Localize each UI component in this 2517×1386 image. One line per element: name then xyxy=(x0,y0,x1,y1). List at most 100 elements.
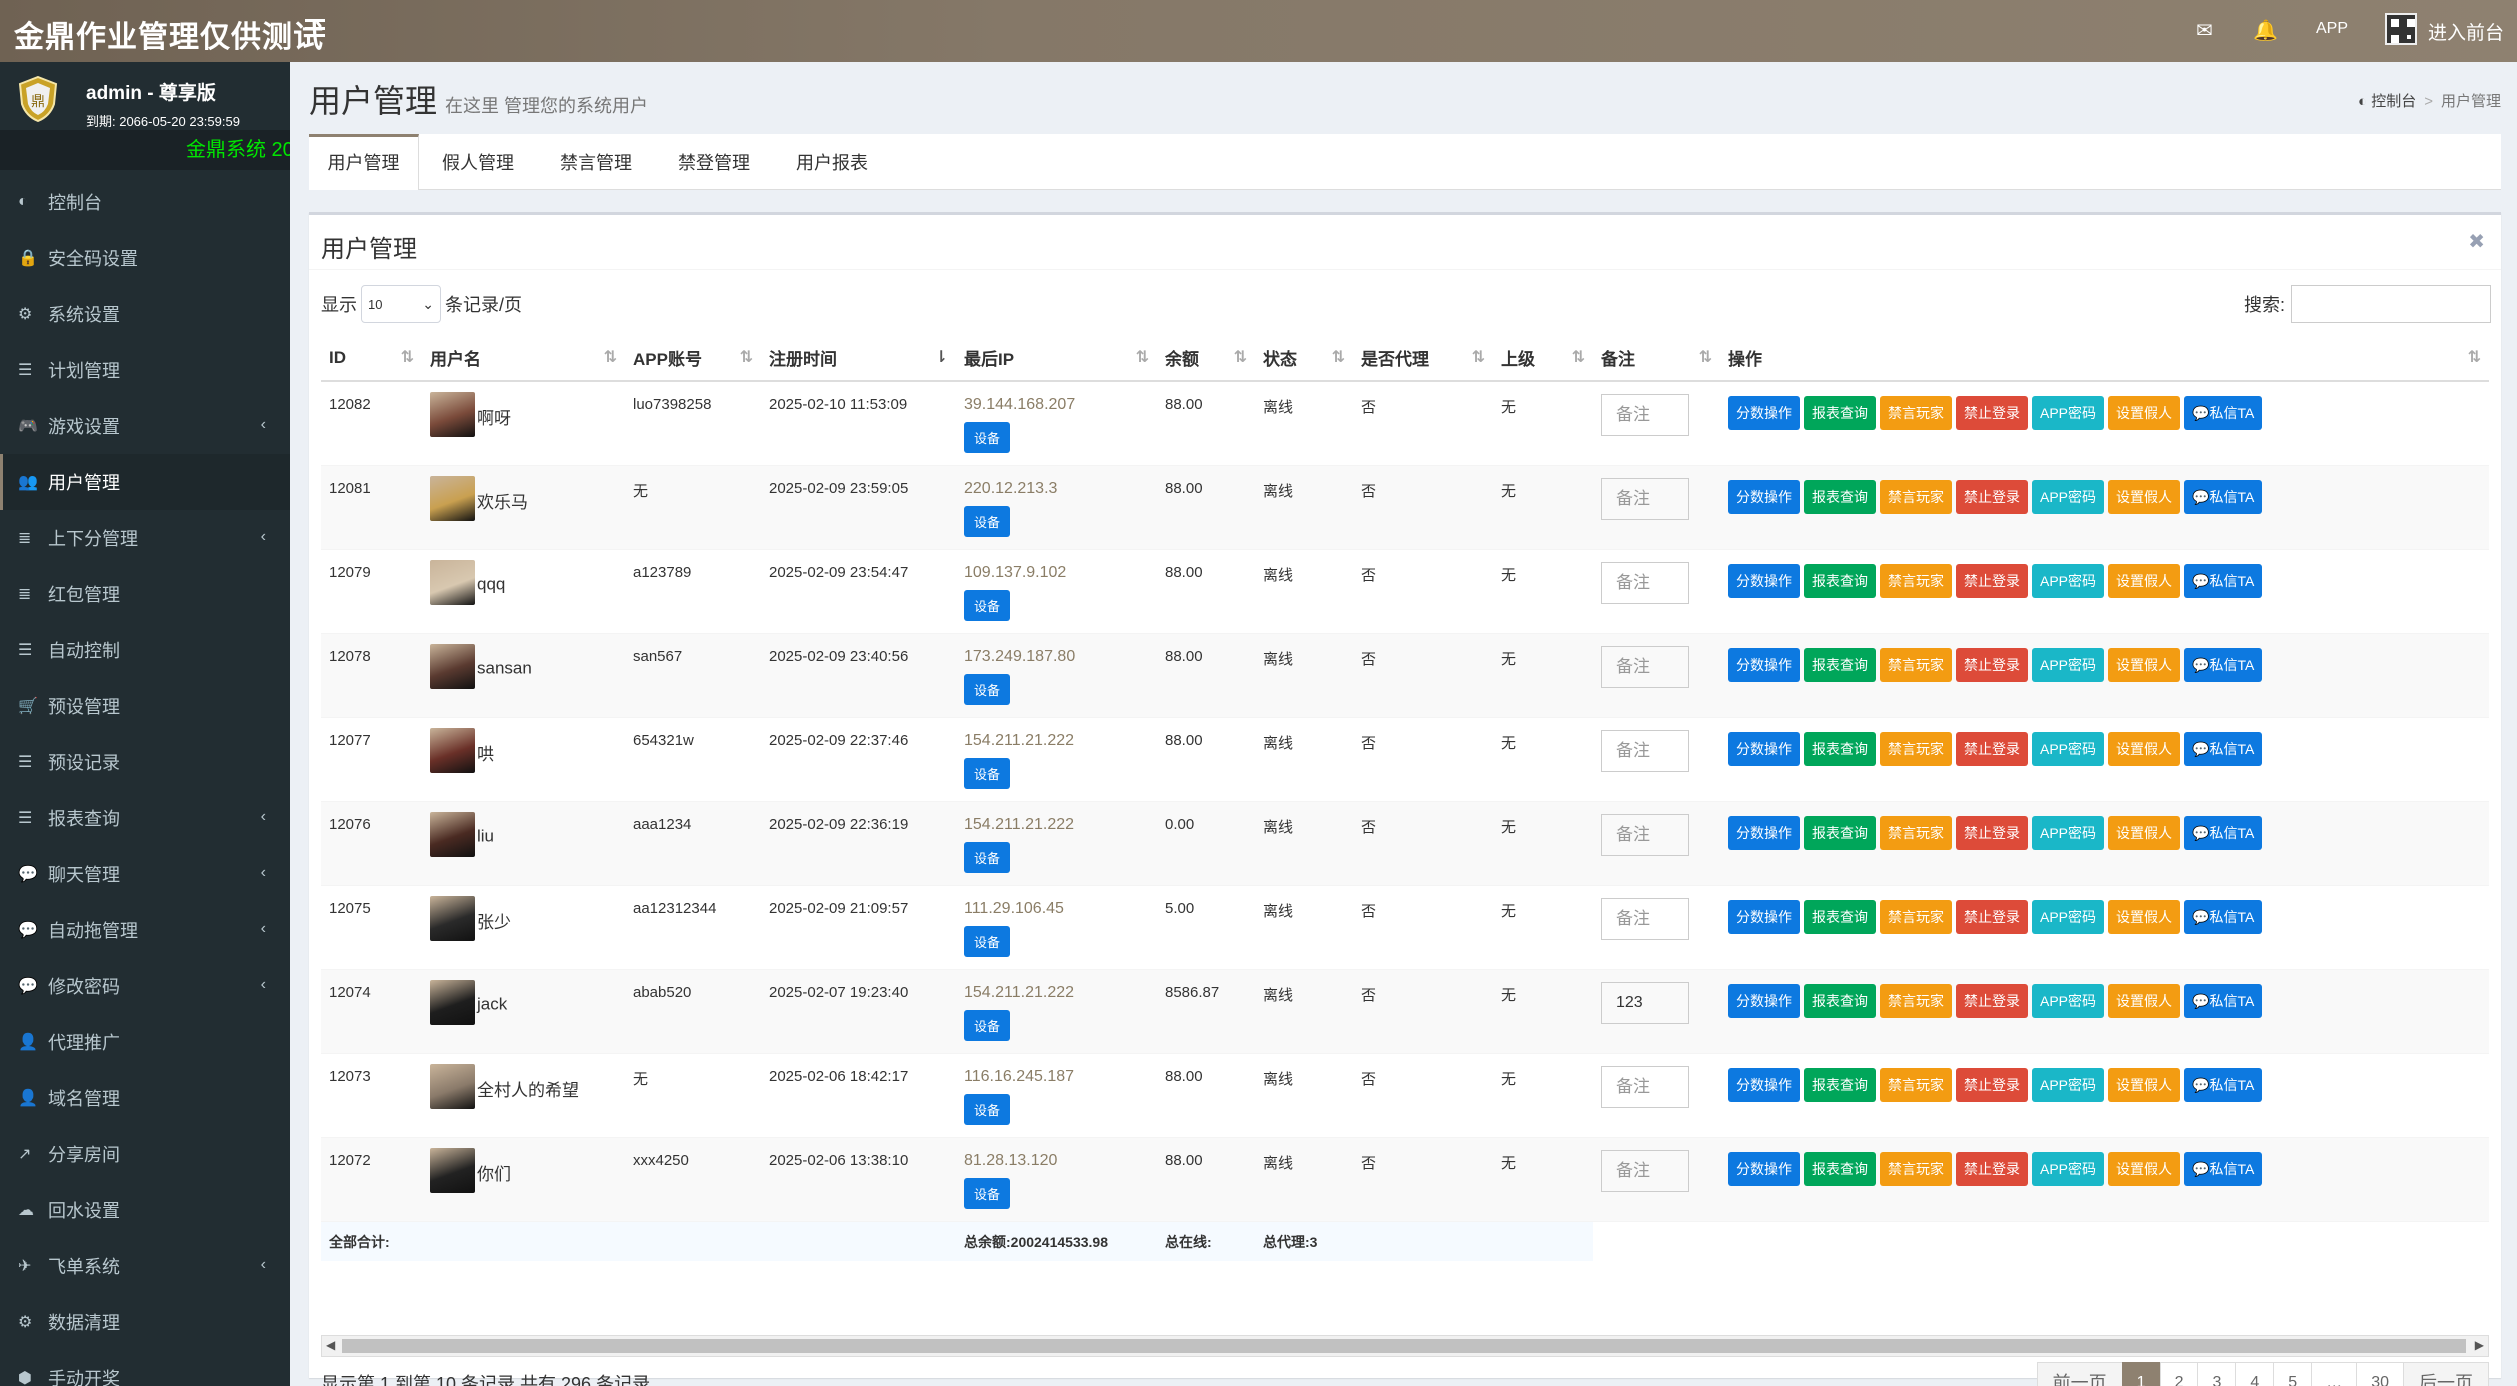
ban-login-button[interactable]: 禁止登录 xyxy=(1956,647,2028,682)
private-message-button[interactable]: 💬私信TA xyxy=(2184,899,2263,934)
column-header[interactable]: 余额 ⇅ xyxy=(1157,335,1255,382)
set-fake-button[interactable]: 设置假人 xyxy=(2108,563,2181,598)
set-fake-button[interactable]: 设置假人 xyxy=(2108,1151,2181,1186)
device-button[interactable]: 设备 xyxy=(964,505,1011,537)
column-header[interactable]: 上级 ⇅ xyxy=(1493,335,1593,382)
score-op-button[interactable]: 分数操作 xyxy=(1728,731,1800,766)
app-password-button[interactable]: APP密码 xyxy=(2032,983,2105,1018)
qrcode-icon[interactable] xyxy=(2385,13,2417,45)
ban-login-button[interactable]: 禁止登录 xyxy=(1956,563,2028,598)
sidebar-item[interactable]: ≣ 红包管理 xyxy=(0,566,290,622)
set-fake-button[interactable]: 设置假人 xyxy=(2108,899,2181,934)
column-header[interactable]: 是否代理 ⇅ xyxy=(1353,335,1493,382)
mute-player-button[interactable]: 禁言玩家 xyxy=(1880,983,1952,1018)
report-query-button[interactable]: 报表查询 xyxy=(1804,815,1876,850)
score-op-button[interactable]: 分数操作 xyxy=(1728,479,1800,514)
private-message-button[interactable]: 💬私信TA xyxy=(2184,815,2263,850)
report-query-button[interactable]: 报表查询 xyxy=(1804,563,1876,598)
device-button[interactable]: 设备 xyxy=(964,1177,1011,1209)
column-header[interactable]: 注册时间 ⇂ xyxy=(761,335,956,382)
mute-player-button[interactable]: 禁言玩家 xyxy=(1880,1067,1952,1102)
ban-login-button[interactable]: 禁止登录 xyxy=(1956,396,2028,430)
memo-input[interactable]: 备注 xyxy=(1601,729,1689,772)
device-button[interactable]: 设备 xyxy=(964,589,1011,621)
score-op-button[interactable]: 分数操作 xyxy=(1728,815,1800,850)
sidebar-item[interactable]: ≣ 上下分管理 ‹ xyxy=(0,510,290,566)
private-message-button[interactable]: 💬私信TA xyxy=(2184,983,2263,1018)
sidebar-item[interactable]: 🎮 游戏设置 ‹ xyxy=(0,398,290,454)
report-query-button[interactable]: 报表查询 xyxy=(1804,983,1876,1018)
ban-login-button[interactable]: 禁止登录 xyxy=(1956,815,2028,850)
page-button[interactable]: 1 xyxy=(2121,1362,2161,1386)
mute-player-button[interactable]: 禁言玩家 xyxy=(1880,1151,1952,1186)
tab-fake-user[interactable]: 假人管理 xyxy=(419,134,537,190)
app-password-button[interactable]: APP密码 xyxy=(2032,731,2105,766)
mute-player-button[interactable]: 禁言玩家 xyxy=(1880,647,1952,682)
report-query-button[interactable]: 报表查询 xyxy=(1804,647,1876,682)
sidebar-item[interactable]: ☰ 自动控制 xyxy=(0,622,290,678)
ban-login-button[interactable]: 禁止登录 xyxy=(1956,899,2028,934)
column-header[interactable]: ID ⇅ xyxy=(321,335,422,382)
column-header[interactable]: APP账号 ⇅ xyxy=(625,335,761,382)
app-password-button[interactable]: APP密码 xyxy=(2032,1151,2105,1186)
ban-login-button[interactable]: 禁止登录 xyxy=(1956,1067,2028,1102)
mute-player-button[interactable]: 禁言玩家 xyxy=(1880,479,1952,514)
score-op-button[interactable]: 分数操作 xyxy=(1728,1067,1800,1102)
report-query-button[interactable]: 报表查询 xyxy=(1804,1151,1876,1186)
app-password-button[interactable]: APP密码 xyxy=(2032,899,2105,934)
memo-input[interactable]: 备注 xyxy=(1601,645,1689,688)
device-button[interactable]: 设备 xyxy=(964,1009,1011,1041)
set-fake-button[interactable]: 设置假人 xyxy=(2108,983,2181,1018)
ban-login-button[interactable]: 禁止登录 xyxy=(1956,1151,2028,1186)
search-input[interactable] xyxy=(2291,285,2491,323)
report-query-button[interactable]: 报表查询 xyxy=(1804,899,1876,934)
scroll-right-icon[interactable]: ▶ xyxy=(2475,1338,2484,1352)
tab-user-report[interactable]: 用户报表 xyxy=(773,134,891,190)
brand-title[interactable]: 金鼎作业管理仅供测试 xyxy=(14,12,324,56)
page-button[interactable]: 3 xyxy=(2197,1362,2237,1386)
breadcrumb-home[interactable]: 控制台 xyxy=(2371,93,2416,110)
set-fake-button[interactable]: 设置假人 xyxy=(2108,396,2181,430)
memo-input[interactable]: 备注 xyxy=(1601,477,1689,520)
app-password-button[interactable]: APP密码 xyxy=(2032,1067,2105,1102)
sidebar-item[interactable]: 💬 修改密码 ‹ xyxy=(0,958,290,1014)
sidebar-item[interactable]: ☰ 预设记录 xyxy=(0,734,290,790)
private-message-button[interactable]: 💬私信TA xyxy=(2184,563,2263,598)
mute-player-button[interactable]: 禁言玩家 xyxy=(1880,815,1952,850)
report-query-button[interactable]: 报表查询 xyxy=(1804,1067,1876,1102)
sidebar-item[interactable]: 🛒 预设管理 xyxy=(0,678,290,734)
sidebar-item[interactable]: ☰ 计划管理 xyxy=(0,342,290,398)
page-button[interactable]: … xyxy=(2311,1362,2358,1386)
mute-player-button[interactable]: 禁言玩家 xyxy=(1880,731,1952,766)
private-message-button[interactable]: 💬私信TA xyxy=(2184,396,2263,430)
column-header[interactable]: 操作 ⇅ xyxy=(1720,335,2489,382)
sidebar-item[interactable]: 👤 代理推广 xyxy=(0,1014,290,1070)
report-query-button[interactable]: 报表查询 xyxy=(1804,479,1876,514)
horizontal-scrollbar[interactable]: ◀ ▶ xyxy=(321,1335,2489,1357)
device-button[interactable]: 设备 xyxy=(964,422,1011,453)
mail-icon[interactable]: ✉ xyxy=(2196,18,2213,43)
memo-input[interactable]: 备注 xyxy=(1601,1149,1689,1192)
private-message-button[interactable]: 💬私信TA xyxy=(2184,647,2263,682)
column-header[interactable]: 状态 ⇅ xyxy=(1255,335,1353,382)
prev-page-button[interactable]: 前一页 xyxy=(2036,1362,2123,1386)
mute-player-button[interactable]: 禁言玩家 xyxy=(1880,563,1952,598)
sidebar-item[interactable]: 👤 域名管理 xyxy=(0,1070,290,1126)
app-link[interactable]: APP xyxy=(2316,20,2348,38)
sidebar-item[interactable]: ⬢ 手动开奖 xyxy=(0,1350,290,1386)
sidebar-item[interactable]: 💬 自动拖管理 ‹ xyxy=(0,902,290,958)
device-button[interactable]: 设备 xyxy=(964,757,1011,789)
sidebar-item[interactable]: 🔒 安全码设置 xyxy=(0,230,290,286)
memo-input[interactable]: 123 xyxy=(1601,981,1689,1024)
device-button[interactable]: 设备 xyxy=(964,925,1011,957)
app-password-button[interactable]: APP密码 xyxy=(2032,815,2105,850)
device-button[interactable]: 设备 xyxy=(964,673,1011,705)
set-fake-button[interactable]: 设置假人 xyxy=(2108,731,2181,766)
private-message-button[interactable]: 💬私信TA xyxy=(2184,479,2263,514)
scroll-left-icon[interactable]: ◀ xyxy=(326,1338,335,1352)
ban-login-button[interactable]: 禁止登录 xyxy=(1956,479,2028,514)
app-password-button[interactable]: APP密码 xyxy=(2032,647,2105,682)
set-fake-button[interactable]: 设置假人 xyxy=(2108,479,2181,514)
mute-player-button[interactable]: 禁言玩家 xyxy=(1880,899,1952,934)
app-password-button[interactable]: APP密码 xyxy=(2032,396,2105,430)
